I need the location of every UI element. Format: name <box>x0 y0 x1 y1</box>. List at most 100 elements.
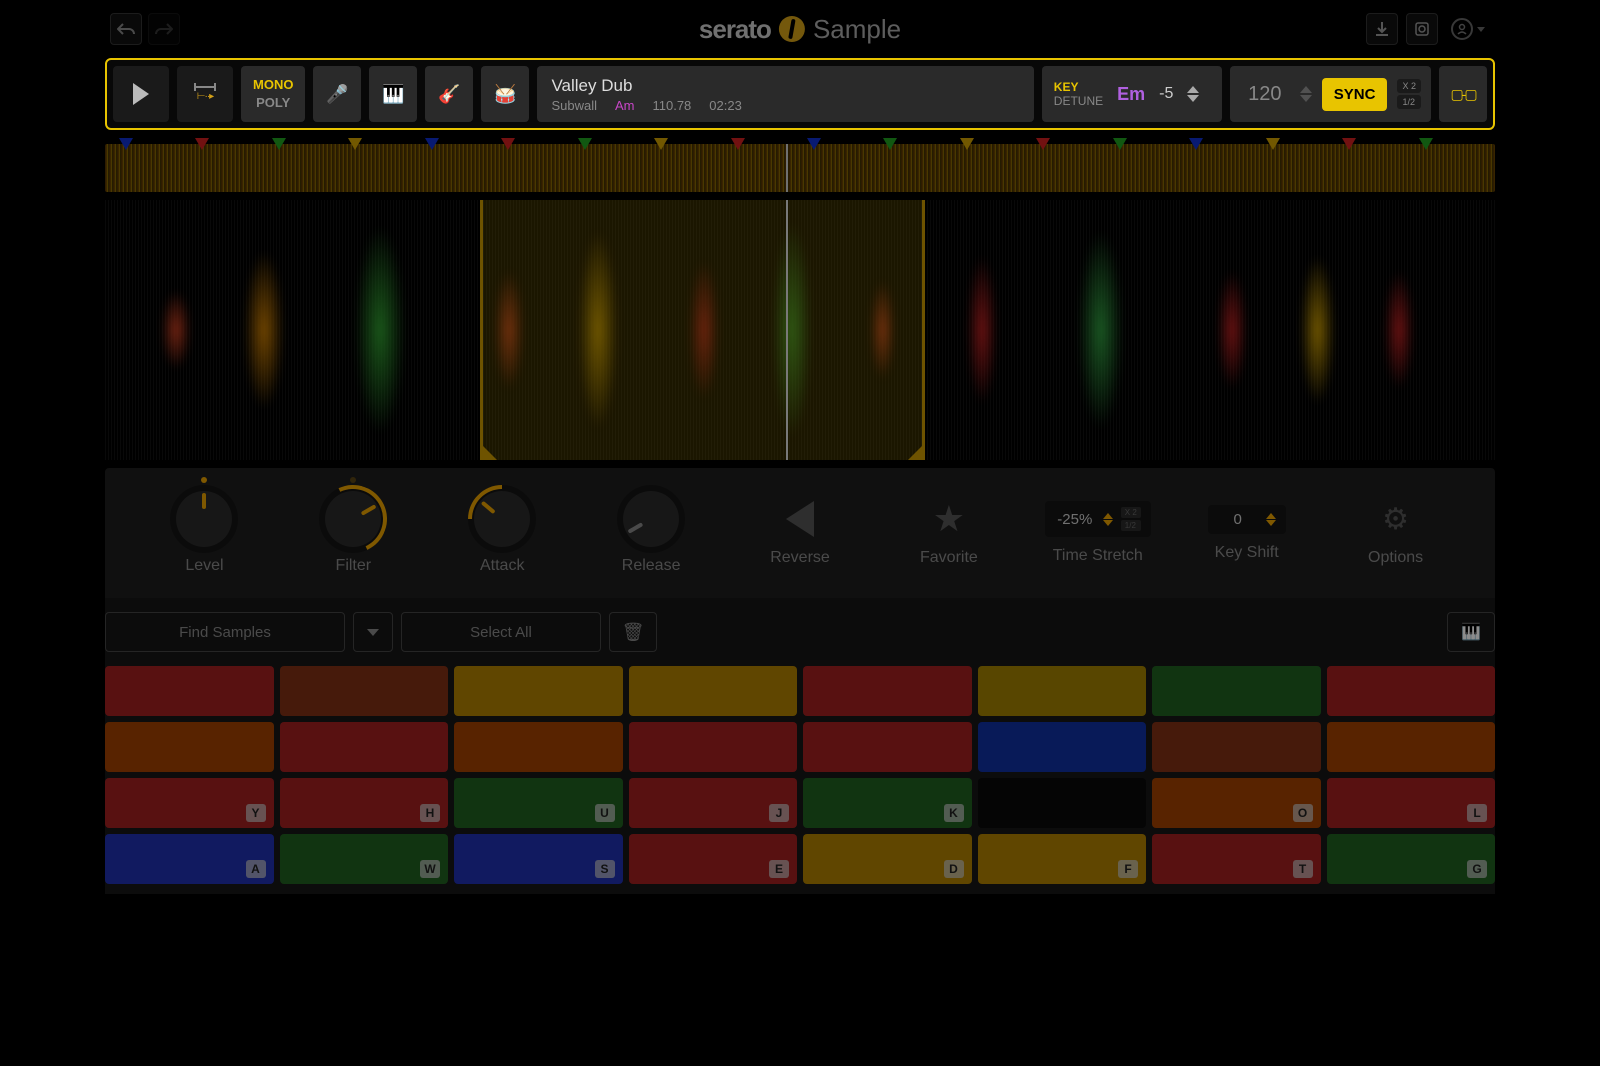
pad[interactable]: U <box>454 778 623 828</box>
playhead[interactable] <box>786 200 788 460</box>
cue-marker[interactable] <box>807 138 821 150</box>
cue-marker[interactable] <box>654 138 668 150</box>
options-button[interactable]: ⚙ <box>1376 499 1416 539</box>
loop-region[interactable] <box>480 200 925 460</box>
download-button[interactable] <box>1366 13 1398 45</box>
release-knob[interactable] <box>623 491 679 547</box>
find-samples-dropdown[interactable] <box>353 612 393 652</box>
fx-button[interactable] <box>1406 13 1438 45</box>
pad[interactable] <box>629 722 798 772</box>
keyboard-mode-button[interactable]: 🎹 <box>1447 612 1495 652</box>
mono-poly-toggle[interactable]: MONO POLY <box>241 66 305 122</box>
pad[interactable]: F <box>978 834 1147 884</box>
bpm-down[interactable] <box>1300 95 1312 102</box>
delete-button[interactable]: 🗑 <box>609 612 657 652</box>
ks-up[interactable] <box>1266 513 1276 519</box>
pad[interactable] <box>105 722 274 772</box>
cue-marker[interactable] <box>1419 138 1433 150</box>
cue-marker[interactable] <box>348 138 362 150</box>
cue-marker[interactable] <box>1266 138 1280 150</box>
pad[interactable]: J <box>629 778 798 828</box>
track-info[interactable]: Valley Dub Subwall Am 110.78 02:23 <box>537 66 1033 122</box>
ts-x2[interactable]: X 2 <box>1121 507 1141 518</box>
pad[interactable] <box>803 722 972 772</box>
pad[interactable] <box>280 666 449 716</box>
pad[interactable] <box>1327 722 1496 772</box>
reverse-button[interactable] <box>780 499 820 539</box>
cue-marker[interactable] <box>1113 138 1127 150</box>
pad-key-label: H <box>420 804 440 822</box>
cue-marker[interactable] <box>119 138 133 150</box>
cue-marker[interactable] <box>272 138 286 150</box>
key-value[interactable]: Em <box>1117 84 1145 105</box>
detune-value[interactable]: -5 <box>1159 85 1173 103</box>
pad[interactable]: A <box>105 834 274 884</box>
pad[interactable] <box>280 722 449 772</box>
stem-keys-button[interactable]: 🎹 <box>369 66 417 122</box>
bpm-up[interactable] <box>1300 86 1312 93</box>
pad[interactable]: H <box>280 778 449 828</box>
cue-marker[interactable] <box>883 138 897 150</box>
attack-knob[interactable] <box>474 491 530 547</box>
pad[interactable]: E <box>629 834 798 884</box>
main-waveform[interactable] <box>0 192 1600 468</box>
pad[interactable] <box>454 722 623 772</box>
ts-half[interactable]: 1/2 <box>1121 520 1141 531</box>
filter-knob[interactable] <box>325 491 381 547</box>
detune-up[interactable] <box>1187 86 1199 93</box>
ts-up[interactable] <box>1103 513 1113 519</box>
stem-vocals-button[interactable]: 🎤 <box>313 66 361 122</box>
bpm-half[interactable]: 1/2 <box>1397 95 1421 109</box>
cue-marker[interactable] <box>195 138 209 150</box>
pad[interactable] <box>1327 666 1496 716</box>
ks-down[interactable] <box>1266 520 1276 526</box>
pad[interactable]: O <box>1152 778 1321 828</box>
cue-marker[interactable] <box>501 138 515 150</box>
pad[interactable] <box>978 722 1147 772</box>
pad[interactable] <box>1152 666 1321 716</box>
cue-marker[interactable] <box>731 138 745 150</box>
sync-button[interactable]: SYNC <box>1322 78 1388 111</box>
cue-marker[interactable] <box>425 138 439 150</box>
cue-marker[interactable] <box>960 138 974 150</box>
cue-marker[interactable] <box>1342 138 1356 150</box>
link-button[interactable]: ▢-▢ <box>1439 66 1487 122</box>
pad[interactable]: D <box>803 834 972 884</box>
cue-marker[interactable] <box>1189 138 1203 150</box>
cue-marker[interactable] <box>578 138 592 150</box>
detune-down[interactable] <box>1187 95 1199 102</box>
pad[interactable] <box>978 778 1147 828</box>
redo-button[interactable] <box>148 13 180 45</box>
favorite-button[interactable]: ★ <box>929 499 969 539</box>
pad[interactable] <box>803 666 972 716</box>
pad[interactable] <box>978 666 1147 716</box>
ts-down[interactable] <box>1103 520 1113 526</box>
pad[interactable]: T <box>1152 834 1321 884</box>
key-shift-value[interactable]: 0 <box>1218 511 1258 528</box>
pad[interactable] <box>454 666 623 716</box>
overview-playhead[interactable] <box>786 144 788 192</box>
bpm-value[interactable]: 120 <box>1240 83 1290 106</box>
cue-marker[interactable] <box>1036 138 1050 150</box>
pad[interactable]: K <box>803 778 972 828</box>
select-all-button[interactable]: Select All <box>401 612 601 652</box>
pad[interactable] <box>1152 722 1321 772</box>
find-samples-button[interactable]: Find Samples <box>105 612 345 652</box>
user-menu[interactable] <box>1446 13 1490 45</box>
time-stretch-value[interactable]: -25% <box>1055 511 1095 528</box>
stem-guitar-button[interactable]: 🎸 <box>425 66 473 122</box>
play-button[interactable] <box>113 66 169 122</box>
pad[interactable]: Y <box>105 778 274 828</box>
pad[interactable]: W <box>280 834 449 884</box>
pad[interactable]: G <box>1327 834 1496 884</box>
pad[interactable]: L <box>1327 778 1496 828</box>
undo-button[interactable] <box>110 13 142 45</box>
pad[interactable]: S <box>454 834 623 884</box>
pad[interactable] <box>105 666 274 716</box>
overview-waveform[interactable] <box>105 144 1495 192</box>
pad[interactable] <box>629 666 798 716</box>
level-knob[interactable] <box>176 491 232 547</box>
stem-drums-button[interactable]: 🥁 <box>481 66 529 122</box>
bpm-x2[interactable]: X 2 <box>1397 79 1421 93</box>
stretch-mode-button[interactable]: ⊢··▸ <box>177 66 233 122</box>
